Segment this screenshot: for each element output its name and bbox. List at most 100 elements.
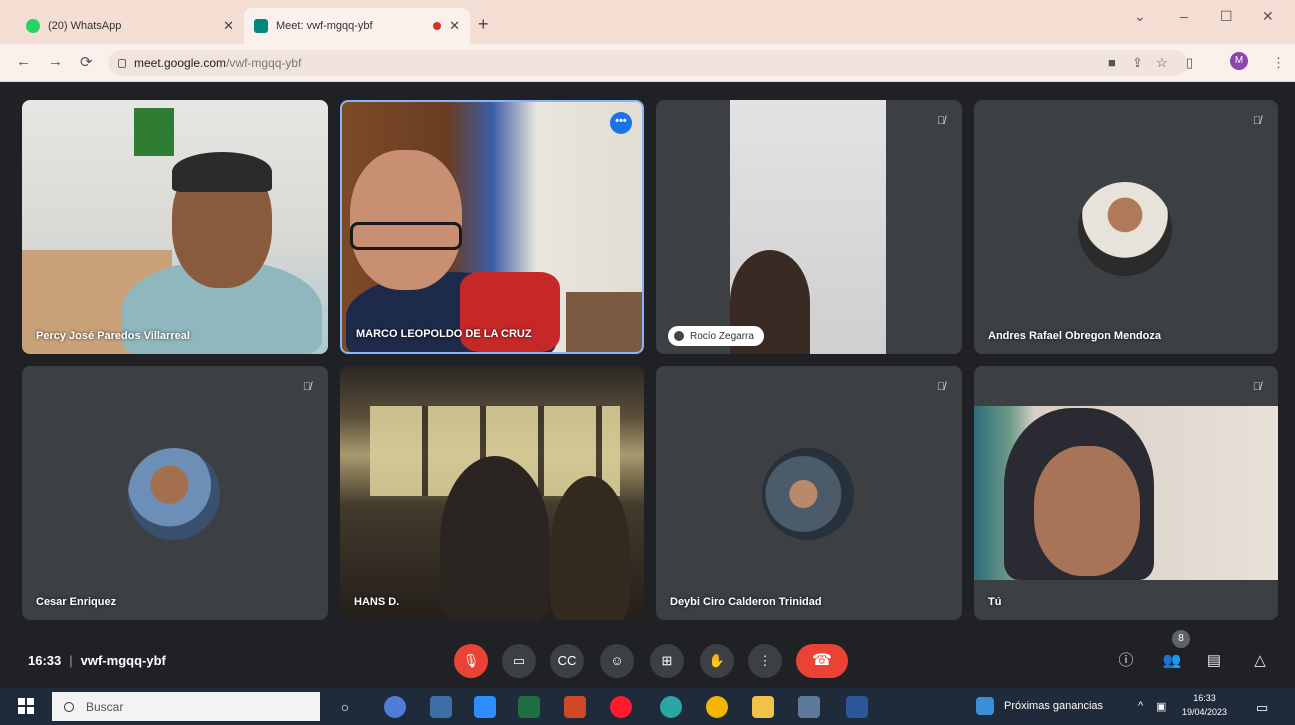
activities-icon[interactable]: △ <box>1248 649 1272 673</box>
meet-icon <box>254 19 268 33</box>
mic-off-icon: 🎙̸ <box>1252 115 1262 127</box>
forward-icon[interactable]: → <box>48 53 63 70</box>
participant-tile-marco[interactable]: ••• MARCO LEOPOLDO DE LA CRUZ <box>340 100 644 354</box>
url-input[interactable]: meet.google.com /vwf-mgqq-ybf <box>108 50 1188 76</box>
participant-name: Rocío Zegarra <box>690 330 754 342</box>
person-face <box>1034 446 1140 576</box>
participant-count-badge: 8 <box>1172 630 1190 648</box>
tab-search-icon[interactable]: ⌄ <box>1134 8 1146 25</box>
person-face <box>350 150 462 290</box>
minimize-button[interactable]: – <box>1180 8 1188 24</box>
news-widget-label[interactable]: Próximas ganancias <box>1004 700 1103 712</box>
more-options-icon[interactable]: ••• <box>610 112 632 134</box>
opera-icon[interactable] <box>610 696 632 718</box>
emoji-reactions-button[interactable]: ☺ <box>600 644 634 678</box>
new-tab-button[interactable]: + <box>478 14 489 35</box>
file-explorer-icon[interactable] <box>430 696 452 718</box>
participant-tile-hans[interactable]: HANS D. <box>340 366 644 620</box>
mic-toggle-button[interactable]: 🎙 <box>454 644 488 678</box>
tab-whatsapp[interactable]: (20) WhatsApp ✕ <box>16 8 244 44</box>
mic-off-icon: 🎙̸ <box>302 381 312 393</box>
raise-hand-button[interactable]: ✋ <box>700 644 734 678</box>
video-feed <box>730 100 886 354</box>
news-widget-icon[interactable] <box>976 697 994 715</box>
participant-avatar <box>128 448 220 540</box>
participant-name: Deybi Ciro Calderon Trinidad <box>670 596 822 608</box>
tab-title: Meet: vwf-mgqq-ybf <box>276 20 373 32</box>
windows-start-icon[interactable] <box>18 698 34 714</box>
close-tab-icon[interactable]: ✕ <box>449 18 460 34</box>
participant-tile-self[interactable]: 🎙̸ Tú <box>974 366 1278 620</box>
back-icon[interactable]: ← <box>16 53 31 70</box>
share-icon[interactable]: ⇪ <box>1132 55 1143 71</box>
word-icon[interactable] <box>846 696 868 718</box>
tray-expand-icon[interactable]: ^ <box>1138 700 1143 712</box>
participant-tile-andres[interactable]: 🎙̸ Andres Rafael Obregon Mendoza <box>974 100 1278 354</box>
captions-button[interactable]: CC <box>550 644 584 678</box>
present-screen-button[interactable]: ⊞ <box>650 644 684 678</box>
participant-avatar <box>762 448 854 540</box>
exit-sign <box>134 108 174 156</box>
taskbar-search-input[interactable]: Buscar <box>52 692 320 721</box>
glasses <box>350 222 462 250</box>
clock-time: 16:33 <box>1193 693 1216 703</box>
meeting-info: 16:33 | vwf-mgqq-ybf <box>28 653 166 668</box>
network-icon[interactable]: ▣ <box>1156 700 1166 713</box>
participant-name: MARCO LEOPOLDO DE LA CRUZ <box>356 328 532 340</box>
zoom-icon[interactable] <box>474 696 496 718</box>
meeting-code: vwf-mgqq-ybf <box>80 653 166 668</box>
side-panel-icon[interactable]: ▯ <box>1186 55 1193 71</box>
powerpoint-icon[interactable] <box>564 696 586 718</box>
chat-icon[interactable]: ▤ <box>1202 649 1226 673</box>
chrome-icon[interactable] <box>706 696 728 718</box>
participant-name: Cesar Enriquez <box>36 596 117 608</box>
video-feed <box>974 406 1278 580</box>
mic-off-icon: 🎙̸ <box>936 115 946 127</box>
chrome-alt-icon[interactable] <box>384 696 406 718</box>
name-chip: Rocío Zegarra <box>668 326 764 346</box>
participant-avatar <box>1078 182 1172 276</box>
mic-off-icon: 🎙̸ <box>1252 381 1262 393</box>
leave-call-button[interactable]: ☎ <box>796 644 848 678</box>
meeting-time: 16:33 <box>28 653 62 668</box>
person-sash <box>460 272 560 352</box>
people-icon[interactable]: 👥 <box>1160 649 1184 673</box>
active-app-icon[interactable] <box>798 696 820 718</box>
more-options-button[interactable]: ⋮ <box>748 644 782 678</box>
meeting-details-icon[interactable]: ⓘ <box>1114 649 1138 673</box>
excel-icon[interactable] <box>518 696 540 718</box>
bookmark-star-icon[interactable]: ☆ <box>1156 55 1168 71</box>
taskbar-clock[interactable]: 16:33 19/04/2023 <box>1182 691 1227 719</box>
participant-tile-deybi[interactable]: 🎙̸ Deybi Ciro Calderon Trinidad <box>656 366 962 620</box>
camera-toggle-button[interactable]: ▭ <box>502 644 536 678</box>
folder-icon[interactable] <box>752 696 774 718</box>
notifications-icon[interactable]: ▭ <box>1256 700 1268 716</box>
mic-off-icon: 🎙̸ <box>936 381 946 393</box>
participant-name: HANS D. <box>354 596 400 608</box>
participant-name: Andres Rafael Obregon Mendoza <box>988 330 1161 342</box>
participant-tile-rocio[interactable]: 🎙̸ Rocío Zegarra <box>656 100 962 354</box>
tab-meet[interactable]: Meet: vwf-mgqq-ybf ✕ <box>244 8 470 44</box>
maximize-button[interactable]: ☐ <box>1220 8 1233 25</box>
address-bar-row: ← → ⟳ meet.google.com /vwf-mgqq-ybf ■ ⇪ … <box>0 44 1295 82</box>
search-placeholder: Buscar <box>86 699 124 714</box>
person-silhouette <box>440 456 550 620</box>
close-window-button[interactable]: ✕ <box>1262 8 1274 25</box>
participant-name: Percy José Paredos Villarreal <box>36 330 190 342</box>
participant-tile-percy[interactable]: Percy José Paredos Villarreal <box>22 100 328 354</box>
person-hair <box>172 152 272 192</box>
participant-tile-cesar[interactable]: 🎙̸ Cesar Enriquez <box>22 366 328 620</box>
menu-dots-icon[interactable]: ⋮ <box>1272 55 1285 71</box>
lock-icon <box>118 58 126 68</box>
browser-tab-strip: (20) WhatsApp ✕ Meet: vwf-mgqq-ybf ✕ + ⌄… <box>0 0 1295 44</box>
search-icon <box>64 701 74 712</box>
cortana-icon[interactable]: ○ <box>334 696 356 718</box>
profile-avatar[interactable]: M <box>1230 52 1248 70</box>
camera-in-use-icon[interactable]: ■ <box>1108 55 1116 70</box>
recording-indicator-icon <box>433 22 442 30</box>
tab-title: (20) WhatsApp <box>48 20 122 32</box>
meeting-controls-bar: 16:33 | vwf-mgqq-ybf 🎙 ▭ CC ☺ ⊞ ✋ ⋮ ☎ ⓘ 👥 … <box>0 636 1295 688</box>
close-tab-icon[interactable]: ✕ <box>223 18 234 34</box>
edge-icon[interactable] <box>660 696 682 718</box>
reload-icon[interactable]: ⟳ <box>80 53 93 71</box>
